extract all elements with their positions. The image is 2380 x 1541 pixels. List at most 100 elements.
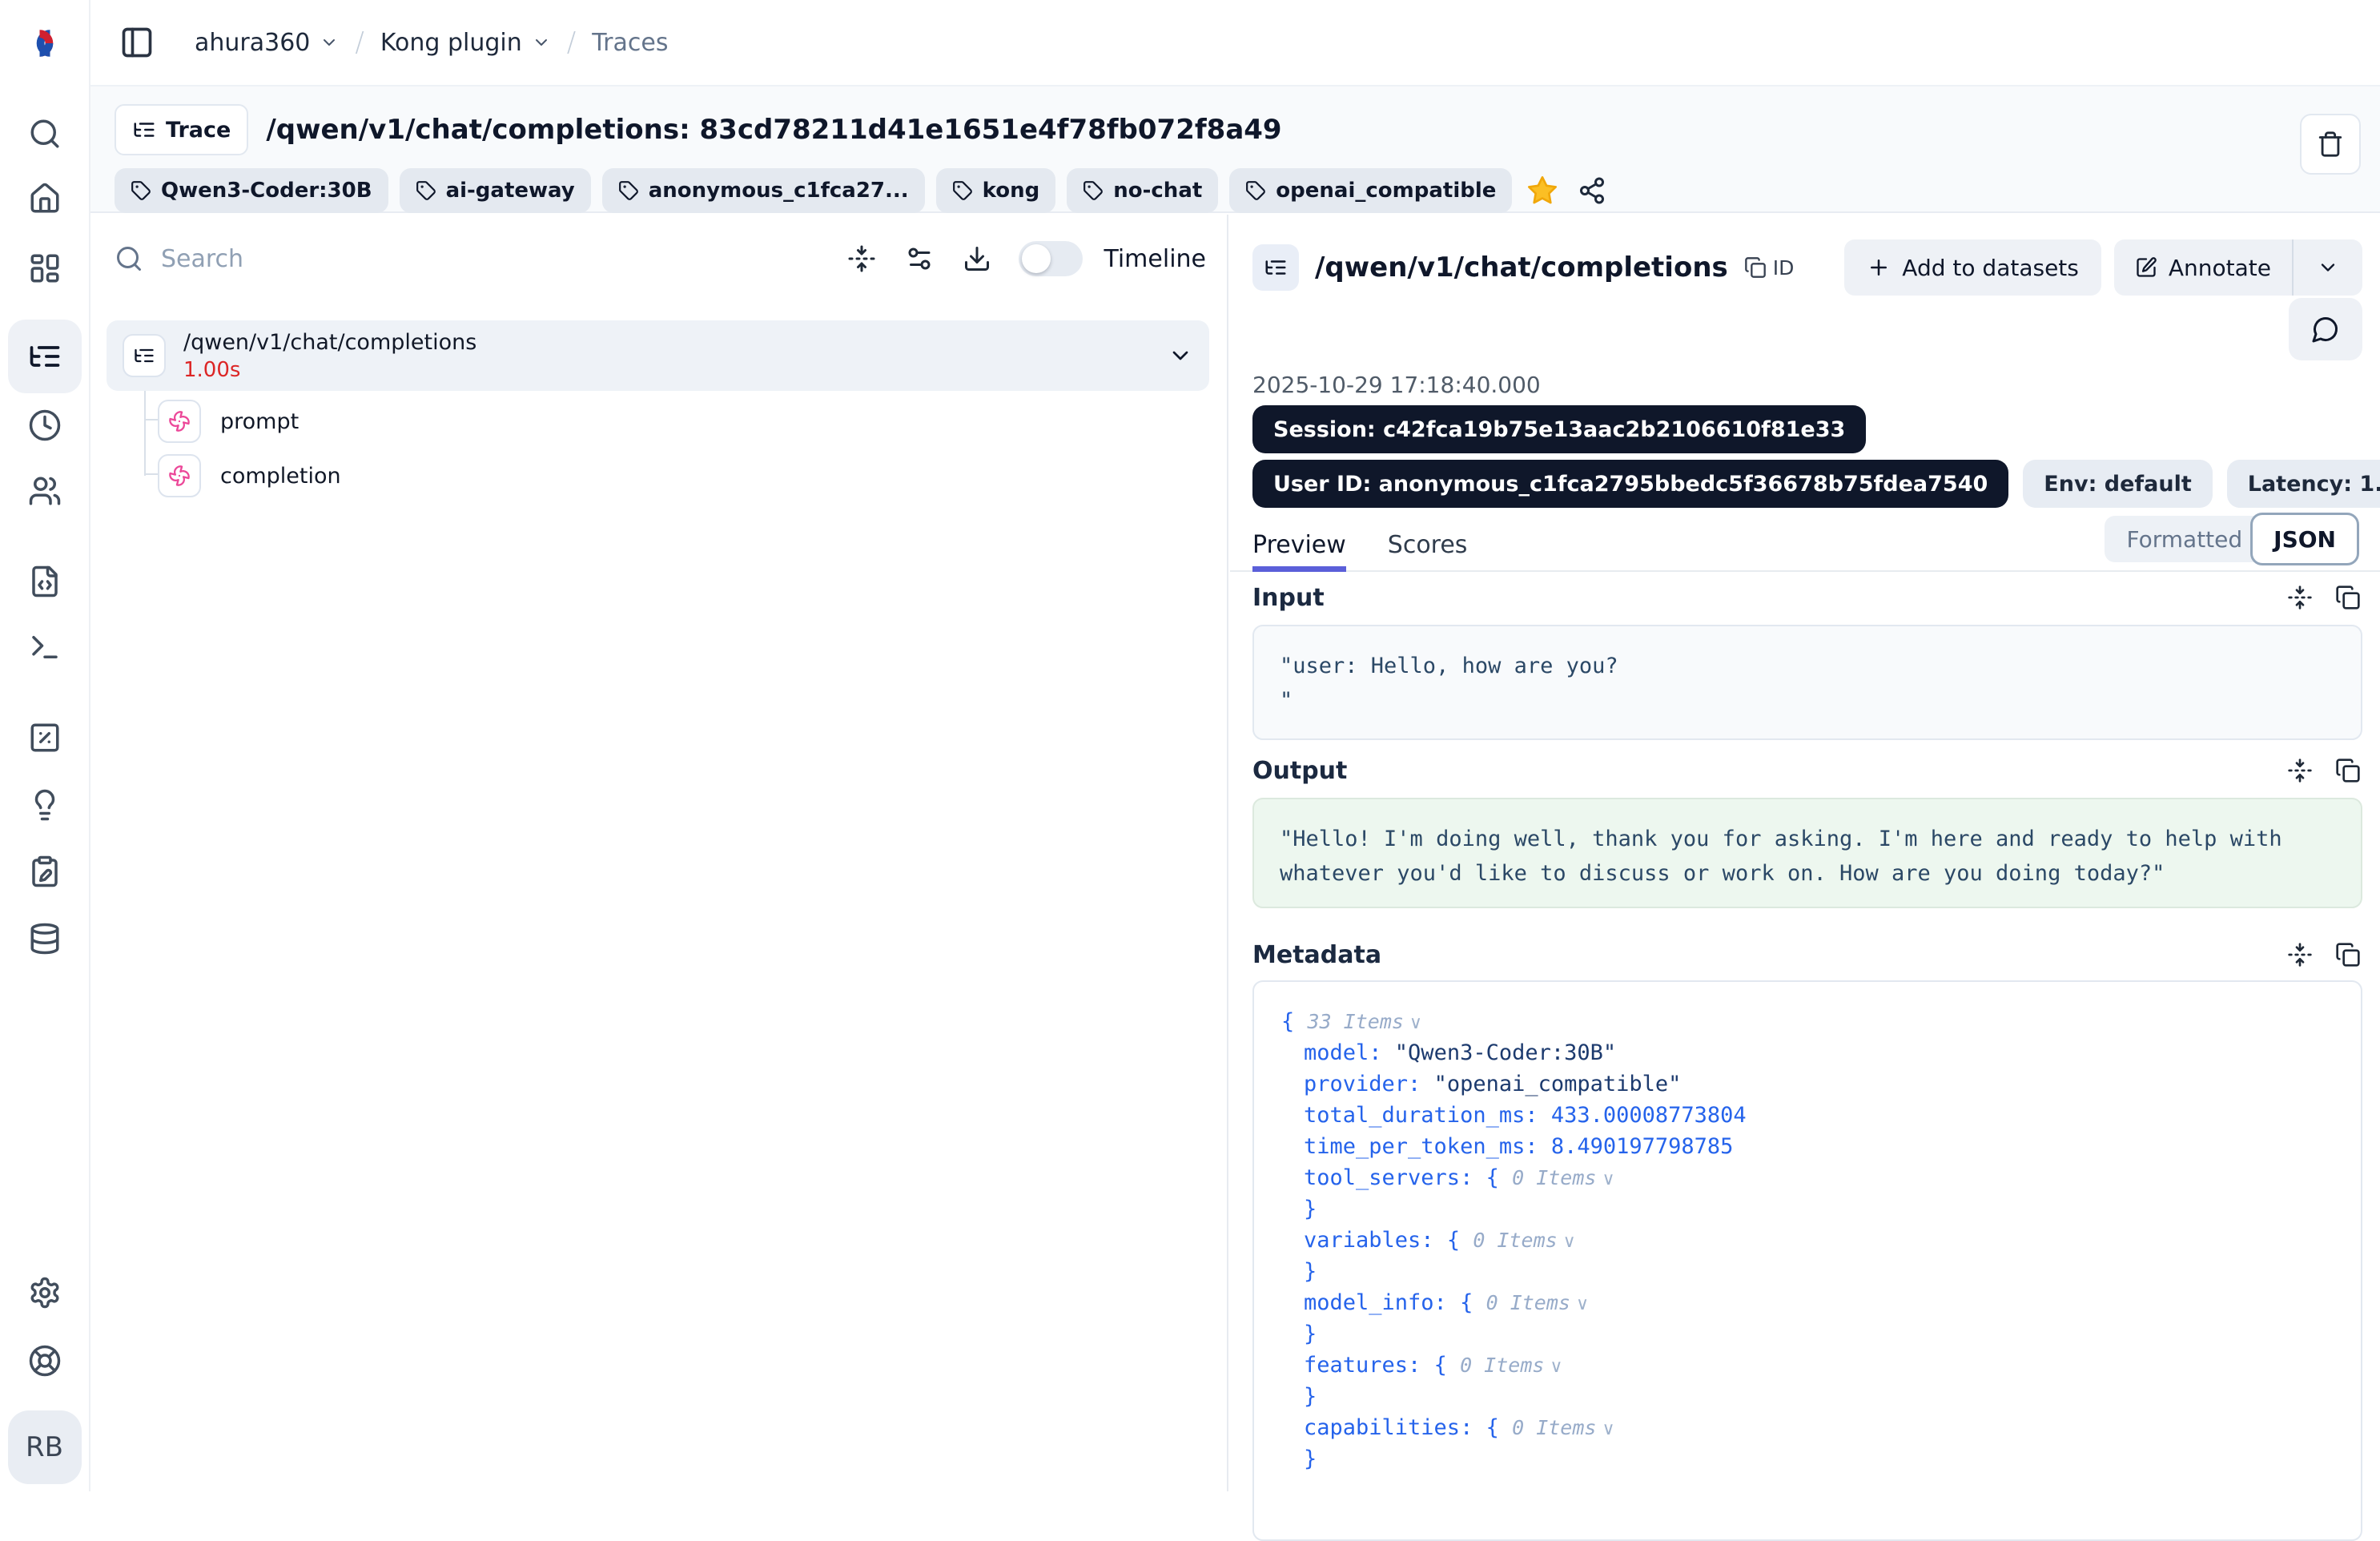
timeline-toggle[interactable] [1019, 241, 1083, 276]
copy-metadata-button[interactable] [2334, 940, 2362, 969]
chevron-down-icon [1168, 343, 1193, 368]
copy-id-button[interactable]: ID [1744, 256, 1795, 280]
annotate-label: Annotate [2169, 255, 2271, 281]
chevron-down-icon [320, 33, 339, 52]
dashboard-icon [28, 251, 62, 285]
sidebar-item-datasets[interactable] [26, 919, 64, 958]
search-icon [28, 117, 62, 151]
detail-title: /qwen/v1/chat/completions [1315, 251, 1728, 284]
fold-vertical-icon [2287, 758, 2313, 783]
sidebar-item-settings[interactable] [26, 1273, 64, 1312]
sidebar-item-search[interactable] [26, 115, 64, 153]
tag-icon [1083, 180, 1104, 201]
sidebar-item-users[interactable] [26, 472, 64, 510]
home-icon [28, 182, 62, 215]
annotate-menu-button[interactable] [2294, 239, 2362, 296]
sidebar-item-scores[interactable] [26, 718, 64, 757]
tree-search-input[interactable] [161, 245, 822, 273]
metadata-section-title: Metadata [1252, 941, 1381, 969]
tree-node-label: prompt [220, 409, 299, 434]
trace-tags: Qwen3-Coder:30B ai-gateway anonymous_c1f… [115, 168, 1512, 213]
trace-tag[interactable]: no-chat [1067, 168, 1218, 213]
bookmark-star-button[interactable] [1523, 171, 1562, 210]
sliders-icon [905, 244, 934, 273]
share-button[interactable] [1573, 171, 1611, 210]
timeline-label: Timeline [1104, 245, 1206, 273]
annotate-button[interactable]: Annotate [2114, 239, 2292, 296]
sidebar-item-prompts[interactable] [26, 562, 64, 601]
breadcrumb-separator: / [355, 26, 364, 58]
list-tree-icon [27, 339, 62, 374]
sidebar-item-traces[interactable] [8, 320, 82, 393]
delete-trace-button[interactable] [2300, 114, 2361, 175]
trace-tag[interactable]: Qwen3-Coder:30B [115, 168, 388, 213]
breadcrumb-project-label: ahura360 [195, 29, 310, 57]
tab-preview[interactable]: Preview [1252, 519, 1346, 570]
add-to-datasets-button[interactable]: Add to datasets [1844, 239, 2101, 296]
copy-icon [2335, 758, 2361, 783]
clipboard-pen-icon [28, 855, 62, 888]
trace-tag[interactable]: openai_compatible [1229, 168, 1512, 213]
sidebar-item-home[interactable] [26, 179, 64, 218]
tree-connector [144, 391, 146, 476]
metadata-json-viewer[interactable]: { 33 Items ∨model: "Qwen3-Coder:30B"prov… [1252, 980, 2362, 1541]
collapse-node-button[interactable] [1168, 343, 1193, 368]
sidebar-item-playground[interactable] [26, 628, 64, 666]
tab-scores[interactable]: Scores [1388, 519, 1468, 570]
search-icon [115, 244, 143, 273]
download-button[interactable] [959, 241, 995, 276]
fold-vertical-icon [2287, 942, 2313, 968]
clock-icon [28, 408, 62, 442]
trace-tag[interactable]: kong [936, 168, 1056, 213]
sidebar-item-evaluators[interactable] [26, 786, 64, 824]
trace-tree: /qwen/v1/chat/completions 1.00s prompt c… [107, 320, 1209, 500]
tree-node-root[interactable]: /qwen/v1/chat/completions 1.00s [107, 320, 1209, 391]
tree-node-title: /qwen/v1/chat/completions [183, 330, 476, 355]
tree-node-completion[interactable]: completion [158, 452, 1209, 500]
user-id-badge[interactable]: User ID: anonymous_c1fca2795bbedc5f36678… [1252, 460, 2008, 508]
fold-vertical-icon [2287, 585, 2313, 610]
sidebar-item-dashboards[interactable] [26, 249, 64, 288]
trace-tag[interactable]: ai-gateway [400, 168, 591, 213]
lightbulb-icon [28, 788, 62, 822]
chevron-down-icon [2317, 256, 2339, 279]
formatted-toggle-option[interactable]: Formatted [2105, 516, 2275, 562]
tag-icon [618, 180, 639, 201]
sidebar-item-annotation[interactable] [26, 852, 64, 891]
trace-tag[interactable]: anonymous_c1fca27... [602, 168, 925, 213]
breadcrumb-section[interactable]: Kong plugin [380, 29, 551, 57]
list-tree-icon [132, 118, 156, 142]
trace-badge-label: Trace [166, 118, 231, 143]
detail-iconbox [1252, 244, 1299, 291]
breadcrumb-page[interactable]: Traces [592, 29, 668, 57]
file-code-icon [28, 565, 62, 598]
copy-output-button[interactable] [2334, 756, 2362, 785]
app-logo[interactable] [24, 22, 66, 64]
sidebar-item-support[interactable] [26, 1342, 64, 1380]
panel-left-icon [119, 25, 155, 60]
trace-title: /qwen/v1/chat/completions: 83cd78211d41e… [266, 114, 1281, 146]
collapse-all-button[interactable] [844, 241, 879, 276]
collapse-metadata-button[interactable] [2286, 940, 2314, 969]
tree-settings-button[interactable] [902, 241, 937, 276]
copy-input-button[interactable] [2334, 583, 2362, 612]
output-section-title: Output [1252, 757, 1347, 785]
collapse-output-button[interactable] [2286, 756, 2314, 785]
list-tree-icon [133, 344, 155, 367]
json-toggle-option[interactable]: JSON [2250, 513, 2359, 565]
sidebar-toggle-button[interactable] [118, 23, 156, 62]
add-to-datasets-label: Add to datasets [1902, 255, 2079, 281]
terminal-icon [28, 630, 62, 664]
sidebar-item-sessions[interactable] [26, 406, 64, 445]
copy-icon [2335, 585, 2361, 610]
tree-node-prompt[interactable]: prompt [158, 397, 1209, 445]
session-badge[interactable]: Session: c42fca19b75e13aac2b2106610f81e3… [1252, 405, 1866, 453]
comments-button[interactable] [2289, 298, 2362, 360]
collapse-input-button[interactable] [2286, 583, 2314, 612]
trace-timestamp: 2025-10-29 17:18:40.000 [1252, 372, 1541, 398]
tag-icon [416, 180, 436, 201]
user-avatar[interactable]: RB [8, 1410, 82, 1484]
breadcrumb-project[interactable]: ahura360 [195, 29, 339, 57]
annotate-split-button: Annotate [2114, 239, 2362, 296]
copy-icon [1744, 256, 1767, 279]
